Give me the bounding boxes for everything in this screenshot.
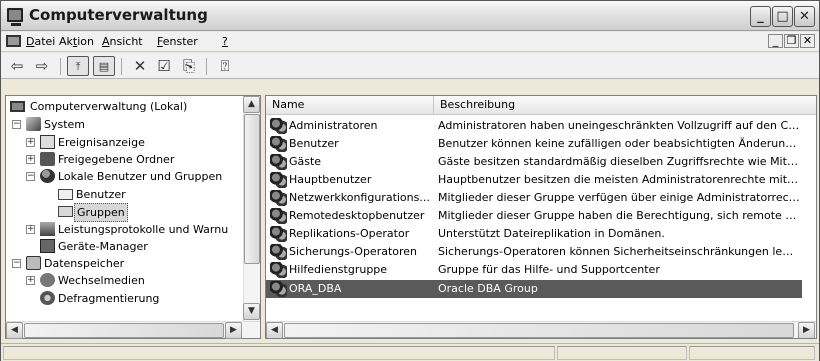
show-tree-icon[interactable]: ▤ (93, 56, 115, 76)
list-item[interactable]: Hauptbenutzer Hauptbenutzer besitzen die… (266, 171, 802, 189)
list-item[interactable]: Administratoren Administratoren haben un… (266, 117, 802, 135)
status-panel (689, 346, 815, 360)
folder-open-icon (58, 206, 73, 217)
system-tools-icon (26, 117, 41, 131)
list-item[interactable]: Netzwerkkonfigurations... Mitglieder die… (266, 189, 802, 207)
column-header-description[interactable]: Beschreibung (434, 96, 816, 115)
status-panel (557, 346, 687, 360)
list-item[interactable]: Benutzer Benutzer können keine zufällige… (266, 135, 802, 153)
mdi-close-button[interactable]: ✕ (800, 34, 815, 48)
scroll-up-button[interactable]: ▲ (243, 96, 260, 113)
toolbar: ⇦ ⇨ ⤒ ▤ ✕ ☑ ⎘ ⍰ (1, 53, 819, 79)
list-item[interactable]: Remotedesktopbenutzer Mitglieder dieser … (266, 207, 802, 225)
close-button[interactable]: ✕ (794, 6, 815, 27)
menu-bar: Datei Aktion Ansicht Fenster ? _ ❐ ✕ (1, 32, 819, 52)
menu-fenster[interactable]: Fenster (157, 35, 198, 48)
scroll-thumb[interactable] (24, 323, 224, 338)
group-icon (270, 172, 287, 188)
menu-ansicht[interactable]: Ansicht (102, 35, 143, 48)
tree-vertical-scrollbar[interactable]: ▲ ▼ (243, 96, 260, 321)
list-item[interactable]: Gäste Gäste besitzen standardmäßig diese… (266, 153, 802, 171)
maximize-button[interactable]: □ (772, 6, 793, 27)
group-icon (270, 136, 287, 152)
properties-icon[interactable]: ☑ (153, 56, 175, 76)
group-icon (270, 190, 287, 206)
window-title: Computerverwaltung (29, 6, 208, 24)
scroll-down-button[interactable]: ▼ (243, 303, 260, 320)
defrag-icon (40, 291, 55, 305)
group-icon (270, 118, 287, 134)
column-header-name[interactable]: Name (266, 96, 434, 115)
computer-icon (10, 101, 25, 112)
tree-horizontal-scrollbar[interactable]: ◀ ▶ (6, 321, 260, 339)
list-item-selected[interactable]: ORA_DBA Oracle DBA Group (266, 280, 802, 298)
shared-folders-icon (40, 152, 55, 166)
local-users-icon (40, 169, 55, 183)
mdi-restore-button[interactable]: ❐ (784, 34, 799, 48)
list-item[interactable]: Hilfedienstgruppe Gruppe für das Hilfe- … (266, 261, 802, 279)
mdi-window-controls: _ ❐ ✕ (767, 34, 815, 48)
scroll-left-button[interactable]: ◀ (266, 322, 283, 338)
menu-help[interactable]: ? (222, 35, 228, 48)
back-arrow-icon[interactable]: ⇦ (6, 56, 28, 76)
delete-icon[interactable]: ✕ (129, 56, 151, 76)
status-panel (3, 346, 555, 360)
device-manager-icon (40, 239, 55, 253)
group-icon (270, 262, 287, 278)
menu-datei[interactable]: Datei (26, 35, 55, 48)
expand-icon[interactable]: + (26, 138, 35, 147)
scroll-thumb[interactable] (244, 114, 260, 264)
scroll-right-button[interactable]: ▶ (225, 322, 242, 339)
console-tree: Computerverwaltung (Lokal) − System + Er… (5, 95, 261, 339)
collapse-icon[interactable]: − (26, 172, 35, 181)
group-icon (270, 281, 287, 297)
list-item[interactable]: Replikations-Operator Unterstützt Dateir… (266, 225, 802, 243)
expand-icon[interactable]: + (26, 276, 35, 285)
status-bar (1, 343, 819, 361)
storage-icon (26, 256, 41, 270)
removable-storage-icon (40, 273, 55, 287)
minimize-button[interactable]: _ (750, 6, 771, 27)
export-list-icon[interactable]: ⎘ (178, 56, 200, 76)
event-viewer-icon (40, 135, 55, 149)
toolbar-separator (121, 58, 122, 75)
help-icon[interactable]: ⍰ (214, 56, 236, 76)
console-menu-icon[interactable] (6, 35, 21, 47)
performance-logs-icon (40, 222, 55, 236)
expand-icon[interactable]: + (26, 225, 35, 234)
toolbar-separator (60, 58, 61, 75)
list-item[interactable]: Sicherungs-Operatoren Sicherungs-Operato… (266, 243, 802, 261)
group-icon (270, 208, 287, 224)
title-bar[interactable]: Computerverwaltung _ □ ✕ (1, 1, 819, 31)
computer-management-icon (7, 8, 23, 26)
groups-list: Name Beschreibung Administratoren Admini… (265, 95, 817, 339)
group-icon (270, 226, 287, 242)
collapse-icon[interactable]: − (12, 259, 21, 268)
mdi-minimize-button[interactable]: _ (768, 34, 783, 48)
expand-icon[interactable]: + (26, 155, 35, 164)
group-icon (270, 154, 287, 170)
forward-arrow-icon[interactable]: ⇨ (31, 56, 53, 76)
menu-aktion[interactable]: Aktion (59, 35, 94, 48)
group-icon (270, 244, 287, 260)
folder-icon (58, 189, 73, 200)
computer-management-window: Computerverwaltung _ □ ✕ Datei Aktion An… (0, 0, 820, 361)
scroll-right-button[interactable]: ▶ (798, 322, 815, 338)
list-horizontal-scrollbar[interactable]: ◀ ▶ (266, 321, 816, 338)
collapse-icon[interactable]: − (12, 120, 21, 129)
toolbar-separator (206, 58, 207, 75)
up-folder-icon[interactable]: ⤒ (67, 56, 89, 76)
scroll-left-button[interactable]: ◀ (6, 322, 23, 339)
scroll-thumb[interactable] (284, 323, 794, 338)
